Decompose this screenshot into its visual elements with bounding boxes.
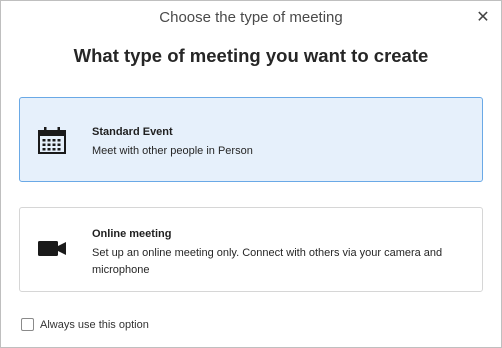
calendar-icon <box>38 127 66 154</box>
video-camera-icon <box>38 241 66 256</box>
always-use-checkbox[interactable] <box>21 318 34 331</box>
option-description: Meet with other people in Person <box>92 145 253 157</box>
dialog-title: Choose the type of meeting <box>159 9 343 26</box>
option-text: Online meeting Set up an online meeting … <box>92 226 466 279</box>
always-use-label[interactable]: Always use this option <box>40 319 149 331</box>
close-icon[interactable]: ✕ <box>473 7 493 27</box>
option-online-meeting[interactable]: Online meeting Set up an online meeting … <box>19 207 483 292</box>
option-text: Standard Event Meet with other people in… <box>92 124 466 160</box>
dialog-heading: What type of meeting you want to create <box>73 45 429 66</box>
option-title: Standard Event <box>92 126 173 138</box>
meeting-type-dialog: Choose the type of meeting ✕ What type o… <box>0 0 502 348</box>
always-use-option-row[interactable]: Always use this option <box>21 318 149 331</box>
option-description: Set up an online meeting only. Connect w… <box>92 247 443 276</box>
option-title: Online meeting <box>92 228 172 240</box>
option-standard-event[interactable]: Standard Event Meet with other people in… <box>19 97 483 182</box>
dialog-titlebar: Choose the type of meeting ✕ <box>1 1 501 35</box>
